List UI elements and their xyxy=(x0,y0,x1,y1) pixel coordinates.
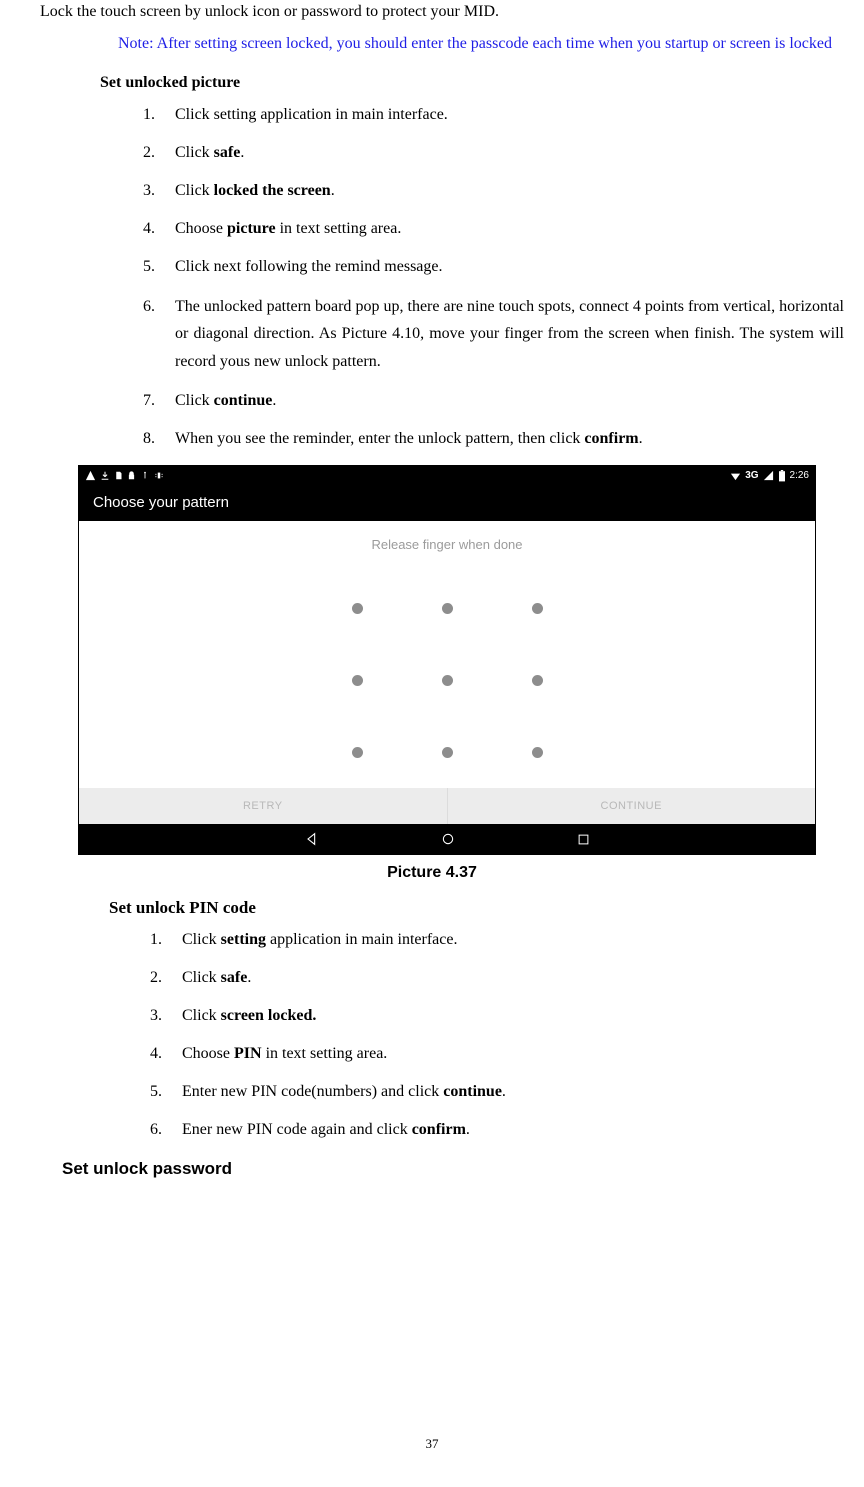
pattern-dot[interactable] xyxy=(532,747,543,758)
pattern-dot[interactable] xyxy=(352,675,363,686)
section2-heading: Set unlock PIN code xyxy=(109,895,864,921)
list-number: 6. xyxy=(143,293,155,320)
network-label: 3G xyxy=(745,468,758,483)
device-screenshot: 3G 2:26 Choose your pattern Release fing… xyxy=(78,465,816,855)
pattern-dot[interactable] xyxy=(352,603,363,614)
list-item: 1.Click setting application in main inte… xyxy=(175,103,844,127)
list-number: 5. xyxy=(143,255,155,279)
list-number: 1. xyxy=(143,103,155,127)
list-item: 2.Click safe. xyxy=(175,141,844,165)
recent-icon[interactable] xyxy=(576,832,591,847)
list-item: 6.Ener new PIN code again and click conf… xyxy=(182,1118,844,1142)
page-number: 37 xyxy=(0,1434,864,1454)
navigation-bar xyxy=(79,824,815,853)
intro-text: Lock the touch screen by unlock icon or … xyxy=(40,0,864,24)
list-item: 5.Click next following the remind messag… xyxy=(175,255,844,279)
pattern-grid[interactable] xyxy=(312,572,582,788)
pattern-dot[interactable] xyxy=(532,675,543,686)
list-item: 2.Click safe. xyxy=(182,966,844,990)
list-item: 4.Choose PIN in text setting area. xyxy=(182,1042,844,1066)
usb-icon xyxy=(140,470,150,481)
list-item: 7.Click continue. xyxy=(175,389,844,413)
screen-title: Choose your pattern xyxy=(79,486,815,521)
list-item: 3.Click screen locked. xyxy=(182,1004,844,1028)
section2-list: 1.Click setting application in main inte… xyxy=(0,928,864,1142)
signal-down-icon xyxy=(730,470,741,481)
status-right: 3G 2:26 xyxy=(730,468,809,483)
debug-icon xyxy=(154,470,164,481)
continue-button[interactable]: CONTINUE xyxy=(448,788,816,824)
pattern-dot[interactable] xyxy=(442,747,453,758)
list-item: 4.Choose picture in text setting area. xyxy=(175,217,844,241)
list-number: 3. xyxy=(143,179,155,203)
button-row: RETRY CONTINUE xyxy=(79,788,815,824)
list-item: 1.Click setting application in main inte… xyxy=(182,928,844,952)
status-bar: 3G 2:26 xyxy=(79,466,815,486)
list-number: 6. xyxy=(150,1118,162,1142)
list-item: 3.Click locked the screen. xyxy=(175,179,844,203)
clock-text: 2:26 xyxy=(790,468,809,483)
list-number: 2. xyxy=(150,966,162,990)
section1-list: 1.Click setting application in main inte… xyxy=(0,103,864,451)
list-number: 8. xyxy=(143,427,155,451)
list-number: 7. xyxy=(143,389,155,413)
note-paragraph: Note: After setting screen locked, you s… xyxy=(0,30,860,57)
list-number: 4. xyxy=(143,217,155,241)
lock-icon xyxy=(127,470,136,481)
pattern-dot[interactable] xyxy=(442,603,453,614)
signal-icon xyxy=(763,470,774,481)
list-item: 5.Enter new PIN code(numbers) and click … xyxy=(182,1080,844,1104)
list-number: 2. xyxy=(143,141,155,165)
pattern-dot[interactable] xyxy=(532,603,543,614)
hint-text: Release finger when done xyxy=(371,535,522,555)
pattern-area: Release finger when done RETRY CONTINUE xyxy=(79,521,815,825)
screenshot-figure: 3G 2:26 Choose your pattern Release fing… xyxy=(78,465,816,855)
list-item: 8.When you see the reminder, enter the u… xyxy=(175,427,844,451)
list-item: 6.The unlocked pattern board pop up, the… xyxy=(175,293,844,375)
back-icon[interactable] xyxy=(304,831,320,847)
section3-heading: Set unlock password xyxy=(62,1156,864,1182)
section1-heading: Set unlocked picture xyxy=(100,71,864,95)
figure-caption: Picture 4.37 xyxy=(0,861,864,885)
home-icon[interactable] xyxy=(440,831,456,847)
retry-button[interactable]: RETRY xyxy=(79,788,447,824)
pattern-dot[interactable] xyxy=(352,747,363,758)
download-icon xyxy=(100,470,110,481)
pattern-dot[interactable] xyxy=(442,675,453,686)
battery-icon xyxy=(778,470,786,482)
list-number: 1. xyxy=(150,928,162,952)
list-number: 5. xyxy=(150,1080,162,1104)
status-left xyxy=(85,470,164,481)
warning-icon xyxy=(85,470,96,481)
list-number: 3. xyxy=(150,1004,162,1028)
sdcard-icon xyxy=(114,470,123,481)
list-number: 4. xyxy=(150,1042,162,1066)
